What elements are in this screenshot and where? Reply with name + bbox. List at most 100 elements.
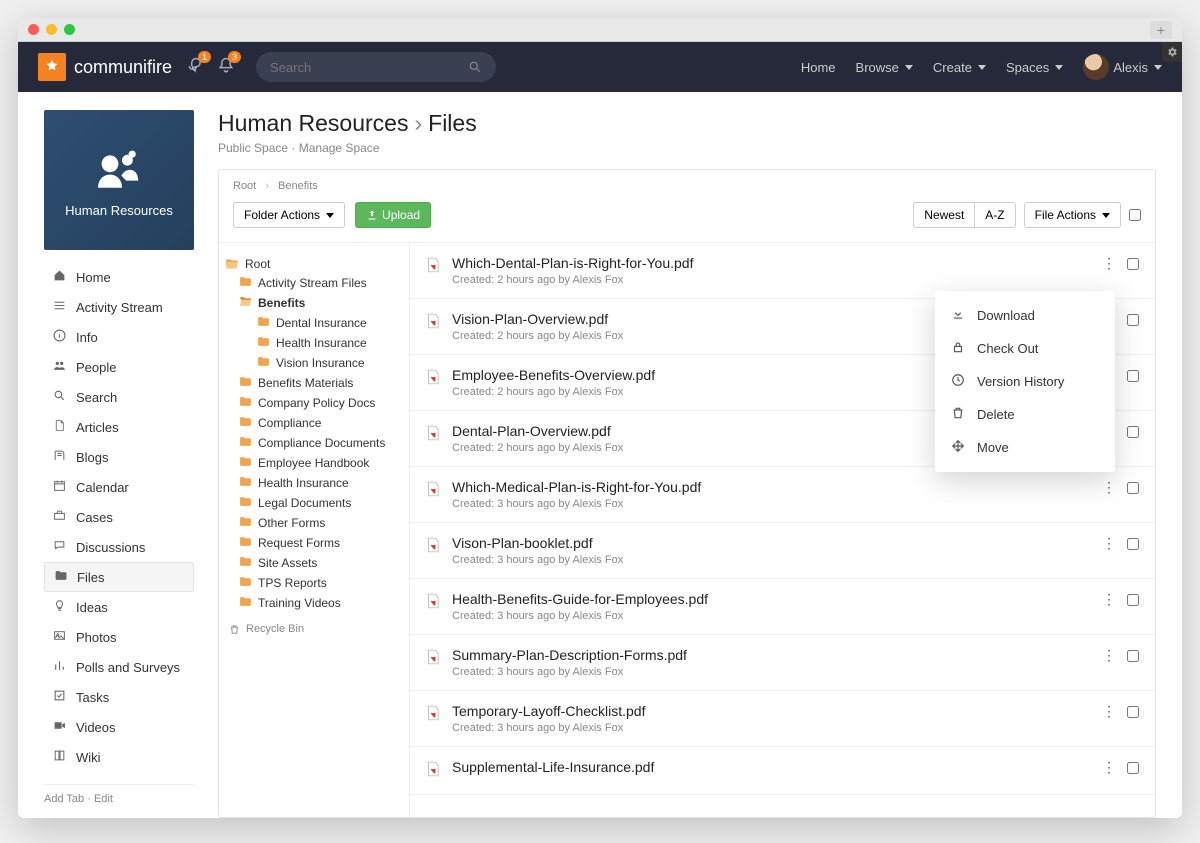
file-menu-button[interactable]: ⋮	[1102, 479, 1115, 496]
window-minimize-icon[interactable]	[46, 24, 57, 35]
brand-name: communifire	[74, 57, 172, 78]
file-meta: Created: 3 hours ago by Alexis Fox	[452, 610, 1090, 622]
nav-browse[interactable]: Browse	[856, 60, 913, 75]
manage-space-link[interactable]: Manage Space	[299, 141, 380, 155]
file-select-checkbox[interactable]	[1127, 706, 1139, 718]
nav-spaces[interactable]: Spaces	[1006, 60, 1063, 75]
new-tab-button[interactable]: +	[1150, 21, 1172, 39]
folder-icon	[239, 516, 252, 530]
sidebar-item-polls-and-surveys[interactable]: Polls and Surveys	[44, 652, 194, 682]
file-select-checkbox[interactable]	[1127, 538, 1139, 550]
sidebar-item-blogs[interactable]: Blogs	[44, 442, 194, 472]
nav-user-menu[interactable]: Alexis	[1083, 54, 1162, 80]
file-row[interactable]: Temporary-Layoff-Checklist.pdfCreated: 3…	[410, 691, 1155, 747]
tree-folder[interactable]: Other Forms	[225, 513, 403, 533]
folder-icon	[257, 356, 270, 370]
context-move[interactable]: Move	[935, 431, 1115, 464]
context-check-out[interactable]: Check Out	[935, 332, 1115, 365]
sidebar-item-people[interactable]: People	[44, 352, 194, 382]
tree-folder[interactable]: Dental Insurance	[225, 313, 403, 333]
sidebar-item-discussions[interactable]: Discussions	[44, 532, 194, 562]
bell-notifications-button[interactable]: 3	[216, 56, 236, 79]
sidebar-item-home[interactable]: Home	[44, 262, 194, 292]
upload-button[interactable]: Upload	[355, 202, 431, 228]
tree-root[interactable]: Root	[225, 255, 403, 273]
sidebar-item-wiki[interactable]: Wiki	[44, 742, 194, 772]
select-all-checkbox[interactable]	[1129, 209, 1141, 221]
brand-logo-icon[interactable]	[38, 53, 66, 81]
tree-folder[interactable]: Benefits	[225, 293, 403, 313]
sidebar-item-articles[interactable]: Articles	[44, 412, 194, 442]
space-tile[interactable]: Human Resources	[44, 110, 194, 250]
tree-folder[interactable]: Benefits Materials	[225, 373, 403, 393]
tree-folder[interactable]: Legal Documents	[225, 493, 403, 513]
breadcrumb-current: Benefits	[278, 180, 318, 192]
file-select-checkbox[interactable]	[1127, 314, 1139, 326]
context-download[interactable]: Download	[935, 299, 1115, 332]
sidebar-item-ideas[interactable]: Ideas	[44, 592, 194, 622]
search-icon	[52, 389, 66, 405]
tree-folder[interactable]: Compliance	[225, 413, 403, 433]
tree-folder[interactable]: Health Insurance	[225, 473, 403, 493]
sidebar-item-search[interactable]: Search	[44, 382, 194, 412]
sidebar-item-videos[interactable]: Videos	[44, 712, 194, 742]
nav-create[interactable]: Create	[933, 60, 986, 75]
file-actions-button[interactable]: File Actions	[1024, 202, 1121, 228]
sidebar-item-tasks[interactable]: Tasks	[44, 682, 194, 712]
file-menu-button[interactable]: ⋮	[1102, 591, 1115, 608]
tree-folder[interactable]: Activity Stream Files	[225, 273, 403, 293]
sidebar-item-files[interactable]: Files	[44, 562, 194, 592]
file-select-checkbox[interactable]	[1127, 594, 1139, 606]
breadcrumb-root[interactable]: Root	[233, 180, 256, 192]
tree-folder[interactable]: Compliance Documents	[225, 433, 403, 453]
edit-tabs-link[interactable]: Edit	[94, 793, 113, 805]
file-row[interactable]: Vison-Plan-booklet.pdfCreated: 3 hours a…	[410, 523, 1155, 579]
file-row[interactable]: Health-Benefits-Guide-for-Employees.pdf C…	[410, 579, 1155, 635]
file-name: Supplemental-Life-Insurance.pdf	[452, 759, 1090, 775]
add-tab-link[interactable]: Add Tab	[44, 793, 84, 805]
tree-folder[interactable]: Company Policy Docs	[225, 393, 403, 413]
tree-folder[interactable]: Training Videos	[225, 593, 403, 613]
nav-home[interactable]: Home	[801, 60, 836, 75]
sidebar-item-label: Blogs	[76, 450, 109, 465]
tree-folder[interactable]: Site Assets	[225, 553, 403, 573]
file-select-checkbox[interactable]	[1127, 258, 1139, 270]
tree-folder[interactable]: Request Forms	[225, 533, 403, 553]
file-row[interactable]: Summary-Plan-Description-Forms.pdfCreate…	[410, 635, 1155, 691]
file-menu-button[interactable]: ⋮	[1102, 703, 1115, 720]
sort-newest-button[interactable]: Newest	[913, 202, 975, 228]
sidebar-item-info[interactable]: Info	[44, 322, 194, 352]
context-version-history[interactable]: Version History	[935, 365, 1115, 398]
global-search[interactable]	[256, 52, 496, 82]
recycle-bin-link[interactable]: Recycle Bin	[225, 613, 403, 635]
tree-folder[interactable]: Health Insurance	[225, 333, 403, 353]
file-menu-button[interactable]: ⋮	[1102, 647, 1115, 664]
tree-folder[interactable]: Vision Insurance	[225, 353, 403, 373]
file-menu-button[interactable]: ⋮	[1102, 535, 1115, 552]
context-delete[interactable]: Delete	[935, 398, 1115, 431]
file-select-checkbox[interactable]	[1127, 482, 1139, 494]
file-select-checkbox[interactable]	[1127, 762, 1139, 774]
sidebar-item-activity-stream[interactable]: Activity Stream	[44, 292, 194, 322]
window-zoom-icon[interactable]	[64, 24, 75, 35]
chat-notifications-button[interactable]: 1	[186, 56, 206, 79]
file-menu-button[interactable]: ⋮	[1102, 255, 1115, 272]
file-select-checkbox[interactable]	[1127, 650, 1139, 662]
folder-actions-button[interactable]: Folder Actions	[233, 202, 345, 228]
sidebar-item-photos[interactable]: Photos	[44, 622, 194, 652]
sidebar-item-cases[interactable]: Cases	[44, 502, 194, 532]
file-row[interactable]: Which-Medical-Plan-is-Right-for-You.pdfC…	[410, 467, 1155, 523]
file-menu-button[interactable]: ⋮	[1102, 759, 1115, 776]
sidebar-item-calendar[interactable]: Calendar	[44, 472, 194, 502]
window-close-icon[interactable]	[28, 24, 39, 35]
sort-az-button[interactable]: A-Z	[975, 202, 1015, 228]
settings-gear-icon[interactable]	[1162, 42, 1182, 62]
idea-icon	[52, 599, 66, 615]
file-select-checkbox[interactable]	[1127, 426, 1139, 438]
tree-folder[interactable]: TPS Reports	[225, 573, 403, 593]
tree-folder[interactable]: Employee Handbook	[225, 453, 403, 473]
file-name: Health-Benefits-Guide-for-Employees.pdf	[452, 591, 1090, 607]
file-select-checkbox[interactable]	[1127, 370, 1139, 382]
file-row[interactable]: Supplemental-Life-Insurance.pdf ⋮	[410, 747, 1155, 795]
search-input[interactable]	[270, 60, 468, 75]
